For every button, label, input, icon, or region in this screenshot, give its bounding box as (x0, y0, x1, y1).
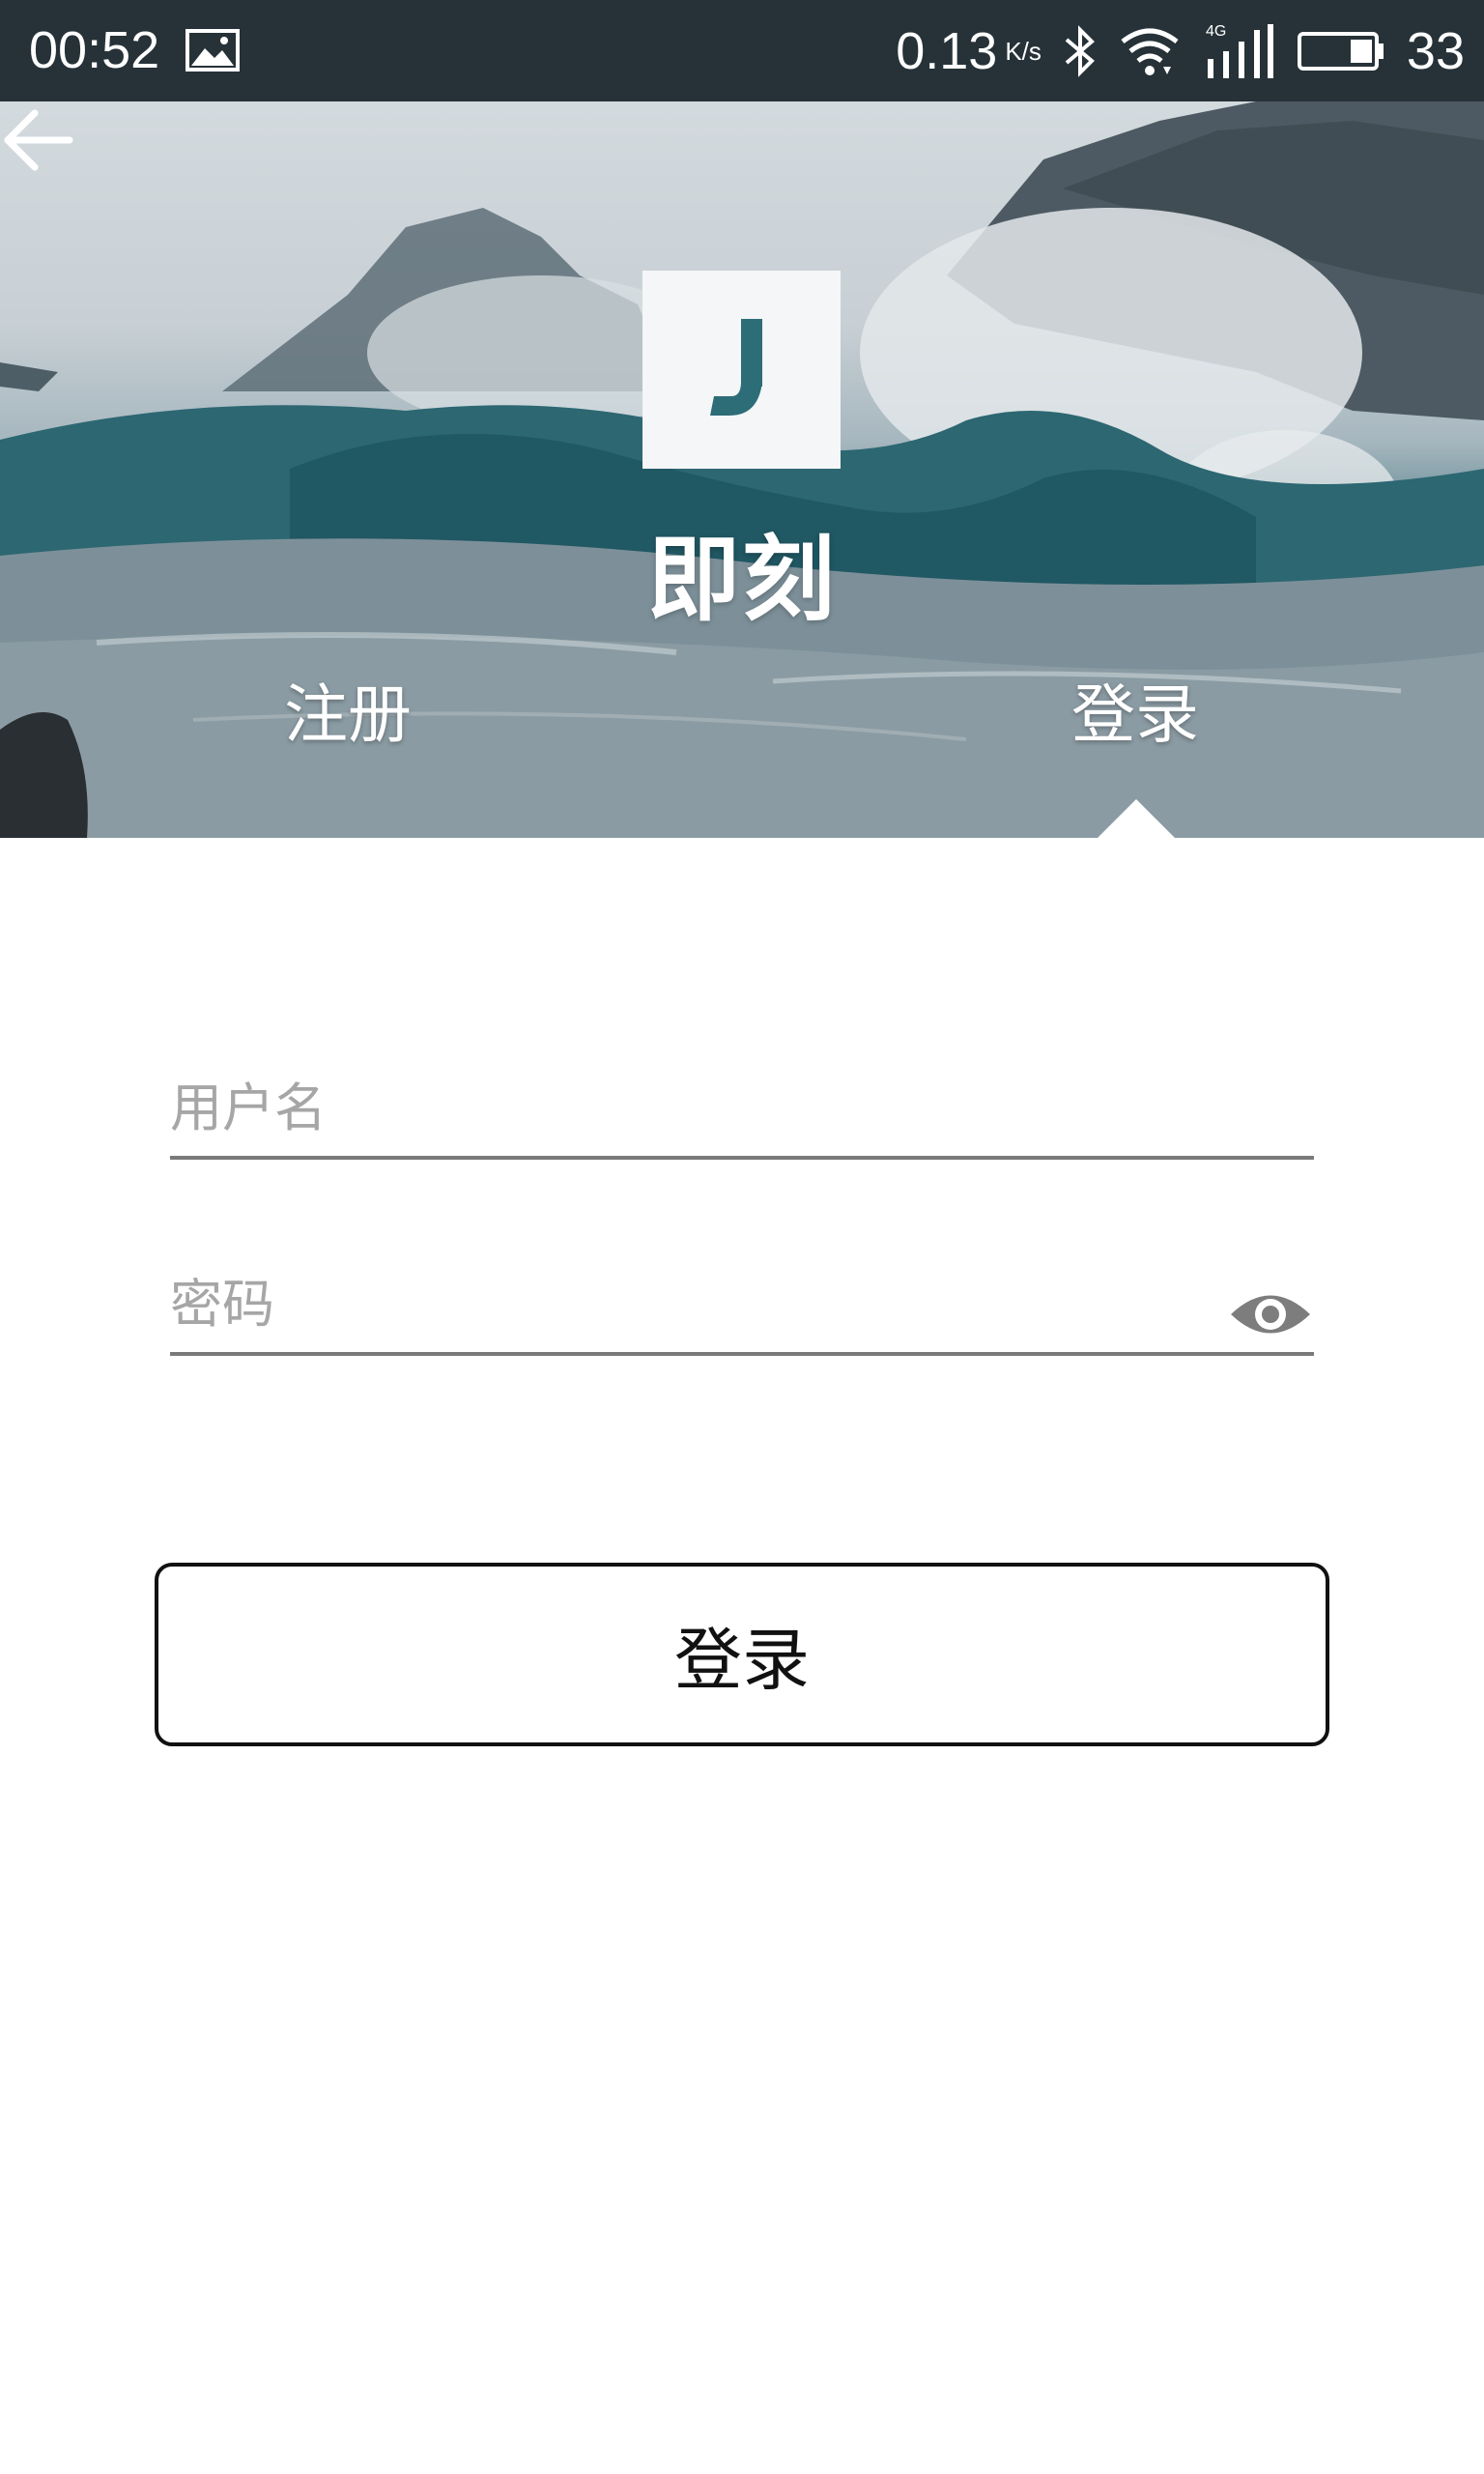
status-time: 00:52 (29, 21, 160, 79)
status-bar: 00:52 0.13 K/s 4G 33 (0, 0, 1484, 101)
username-field[interactable] (170, 1053, 1314, 1160)
tab-login[interactable]: 登录 (990, 676, 1280, 754)
network-speed-unit: K/s (1005, 37, 1042, 66)
password-input[interactable] (170, 1267, 1184, 1340)
network-speed: 0.13 (896, 22, 998, 80)
tab-register[interactable]: 注册 (203, 676, 493, 754)
battery-icon (1297, 32, 1384, 71)
wifi-icon (1121, 28, 1179, 75)
bluetooth-icon (1065, 25, 1095, 77)
app-logo (642, 271, 841, 469)
username-input[interactable] (170, 1071, 1184, 1144)
battery-level: 33 (1406, 22, 1465, 80)
signal-icon: 4G (1206, 23, 1273, 78)
show-password-eye-icon[interactable] (1227, 1280, 1314, 1348)
login-button[interactable]: 登录 (155, 1563, 1329, 1746)
network-type: 4G (1206, 23, 1226, 40)
tab-selected-indicator (1098, 799, 1175, 838)
gallery-icon (186, 29, 240, 72)
back-arrow-icon[interactable] (0, 101, 77, 179)
app-name: 即刻 (647, 526, 837, 634)
status-right-group: 0.13 K/s 4G 33 (896, 17, 1465, 85)
header-banner: 即刻 注册 登录 (0, 101, 1484, 838)
logo-j-icon (710, 319, 762, 416)
password-field[interactable] (170, 1250, 1314, 1356)
